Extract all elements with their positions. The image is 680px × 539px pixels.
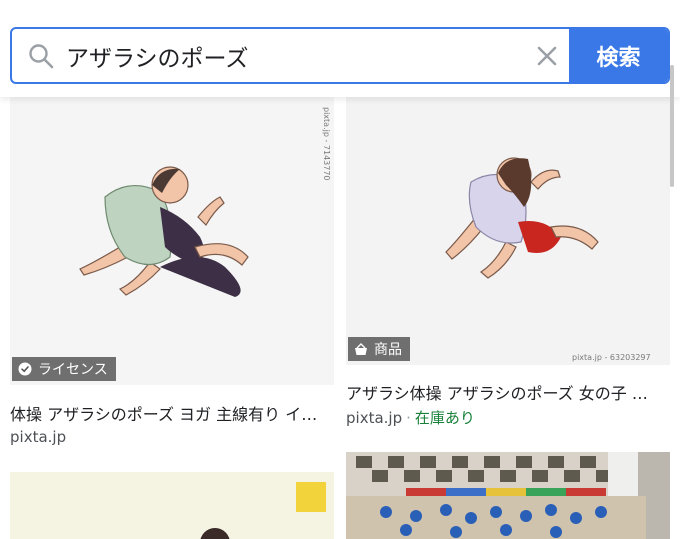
gym-photo [346, 452, 670, 539]
yoga-illustration-2 [445, 157, 599, 279]
logo-square [296, 482, 326, 512]
license-badge: ライセンス [12, 357, 116, 381]
search-box[interactable]: 検索 [10, 27, 670, 84]
person-head-silhouette [200, 528, 230, 539]
result-source-1[interactable]: pixta.jp [10, 428, 66, 446]
image-watermark: pixta.jp - 7143770 [322, 107, 331, 181]
separator-dot: · [406, 409, 411, 427]
product-badge: 商品 [348, 337, 410, 361]
search-icon [29, 44, 54, 69]
product-badge-label: 商品 [374, 342, 402, 358]
result-source-2-domain: pixta.jp [346, 409, 403, 427]
stock-status: 在庫あり [414, 409, 475, 427]
license-badge-label: ライセンス [38, 362, 108, 378]
result-source-2[interactable]: pixta.jp · 在庫あり [346, 407, 475, 428]
result-title-1[interactable]: 体操 アザラシのポーズ ヨガ 主線有り イ… [10, 401, 317, 425]
result-image-3[interactable] [10, 472, 334, 539]
search-input[interactable] [66, 29, 526, 82]
result-image-4[interactable] [346, 452, 670, 539]
result-image-1[interactable]: pixta.jp - 7143770 [10, 97, 334, 385]
check-circle-icon [18, 362, 32, 376]
image-watermark: pixta.jp - 63203297 [572, 353, 651, 362]
scrollbar[interactable] [670, 65, 674, 187]
search-bar-container: 検索 [0, 0, 680, 97]
yoga-illustration-1 [79, 166, 249, 297]
clear-icon[interactable] [532, 41, 562, 71]
search-button[interactable]: 検索 [569, 29, 668, 82]
result-title-2[interactable]: アザラシ体操 アザラシのポーズ 女の子 … [346, 380, 648, 404]
result-image-2[interactable]: pixta.jp - 63203297 [346, 97, 670, 365]
shopping-basket-icon [355, 342, 367, 355]
